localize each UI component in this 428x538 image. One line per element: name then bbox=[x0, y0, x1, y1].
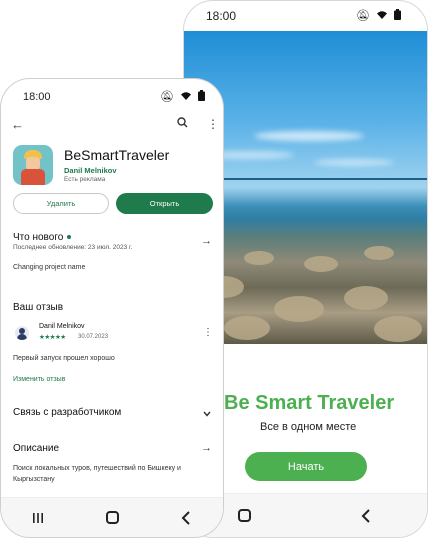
status-bar: 18:00 🔕︎ bbox=[184, 1, 427, 31]
developer-link[interactable]: Danil Melnikov bbox=[64, 166, 117, 175]
wifi-icon bbox=[376, 10, 388, 23]
status-icons: 🔕︎ bbox=[356, 9, 401, 23]
whats-new-title[interactable]: Что нового bbox=[13, 232, 72, 243]
status-time: 18:00 bbox=[23, 91, 51, 103]
pebble bbox=[274, 296, 324, 322]
status-bar: 18:00 🔕︎ bbox=[1, 79, 223, 115]
review-date: 30.07.2023 bbox=[78, 334, 109, 340]
app-name: BeSmartTraveler bbox=[64, 147, 170, 163]
home-icon[interactable] bbox=[229, 500, 261, 532]
description-title[interactable]: Описание bbox=[13, 443, 59, 454]
avatar bbox=[15, 326, 29, 340]
recent-apps-icon[interactable] bbox=[22, 502, 54, 534]
review-text: Первый запуск прошел хорошо bbox=[13, 355, 115, 362]
developer-contact-title[interactable]: Связь с разработчиком bbox=[13, 407, 121, 418]
whats-new-label: Что нового bbox=[13, 232, 64, 243]
uninstall-button[interactable]: Удалить bbox=[13, 193, 109, 214]
chevron-down-icon[interactable] bbox=[203, 409, 211, 419]
search-icon[interactable] bbox=[177, 117, 188, 131]
pebble bbox=[364, 246, 394, 260]
arrow-right-icon[interactable]: → bbox=[201, 235, 212, 247]
battery-icon bbox=[198, 90, 205, 104]
back-icon[interactable] bbox=[350, 500, 382, 532]
battery-icon bbox=[394, 9, 401, 23]
back-icon[interactable] bbox=[170, 502, 202, 534]
cloud-shape bbox=[314, 159, 394, 166]
start-button[interactable]: Начать bbox=[245, 452, 367, 481]
reviewer-name: Danil Melnikov bbox=[39, 323, 85, 330]
back-arrow-icon[interactable]: ← bbox=[11, 117, 24, 132]
pebble bbox=[244, 251, 274, 265]
stage: 18:00 🔕︎ Be Smart Traveler Все в одном м… bbox=[0, 0, 428, 538]
mute-icon: 🔕︎ bbox=[160, 90, 174, 103]
phone-store-listing: 18:00 🔕︎ ← ⋮ BeSmartTraveler Danil Melni… bbox=[0, 78, 224, 538]
edit-review-link[interactable]: Изменить отзыв bbox=[13, 376, 65, 383]
pebble bbox=[374, 316, 422, 342]
status-time: 18:00 bbox=[206, 9, 237, 23]
open-button[interactable]: Открыть bbox=[116, 193, 213, 214]
wifi-icon bbox=[180, 91, 192, 104]
splash-subtitle: Все в одном месте bbox=[260, 421, 357, 433]
cloud-shape bbox=[254, 131, 364, 141]
ads-note: Есть реклама bbox=[64, 176, 106, 183]
last-updated: Последнее обновление: 23 июл. 2023 г. bbox=[13, 244, 133, 251]
mute-icon: 🔕︎ bbox=[356, 9, 370, 22]
pebble bbox=[304, 256, 338, 272]
status-icons: 🔕︎ bbox=[160, 90, 205, 104]
home-icon[interactable] bbox=[96, 502, 128, 534]
more-vert-icon[interactable]: ⋮ bbox=[207, 117, 219, 131]
pebble bbox=[344, 286, 388, 310]
description-text: Поиск локальных туров, путешествий по Би… bbox=[13, 465, 181, 483]
splash-title: Be Smart Traveler bbox=[224, 392, 395, 414]
app-icon bbox=[13, 145, 53, 185]
release-note: Changing project name bbox=[13, 264, 86, 271]
star-rating: ★★★★★ bbox=[39, 334, 66, 341]
arrow-right-icon[interactable]: → bbox=[201, 442, 212, 454]
review-more-icon[interactable]: ⋮ bbox=[203, 327, 213, 338]
new-dot-icon bbox=[67, 235, 72, 240]
store-toolbar: ← ⋮ bbox=[1, 115, 223, 137]
system-nav-bar bbox=[1, 497, 223, 537]
pebble bbox=[224, 316, 270, 340]
your-review-title: Ваш отзыв bbox=[13, 302, 64, 313]
